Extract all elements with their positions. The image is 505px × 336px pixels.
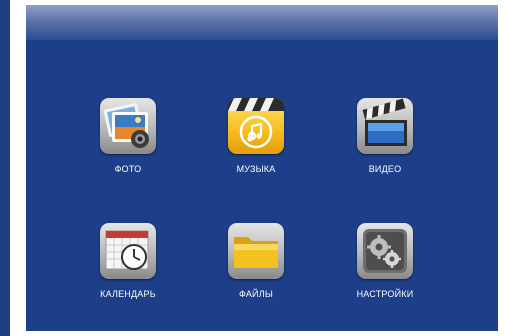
menu-item-label: ФОТО bbox=[114, 164, 142, 174]
folder-icon bbox=[228, 223, 284, 279]
menu-item-label: МУЗЫКА bbox=[236, 164, 276, 174]
music-icon bbox=[228, 98, 284, 154]
menu-item-files[interactable]: ФАЙЛЫ bbox=[201, 223, 311, 313]
settings-icon bbox=[357, 223, 413, 279]
menu-item-settings[interactable]: НАСТРОЙКИ bbox=[330, 223, 440, 313]
left-frame-edge bbox=[0, 0, 10, 336]
menu-grid: ФОТО МУЗЫКА ВИДЕО КАЛЕНДАРЬ ФАЙЛЫ НАСТРО… bbox=[26, 5, 498, 331]
main-menu-screen: ФОТО МУЗЫКА ВИДЕО КАЛЕНДАРЬ ФАЙЛЫ НАСТРО… bbox=[26, 5, 498, 331]
menu-item-music[interactable]: МУЗЫКА bbox=[201, 98, 311, 188]
menu-item-label: ФАЙЛЫ bbox=[239, 289, 273, 299]
menu-item-label: НАСТРОЙКИ bbox=[356, 289, 414, 299]
menu-item-video[interactable]: ВИДЕО bbox=[330, 98, 440, 188]
menu-item-label: ВИДЕО bbox=[368, 164, 402, 174]
calendar-icon bbox=[100, 223, 156, 279]
photo-icon bbox=[100, 98, 156, 154]
menu-item-photo[interactable]: ФОТО bbox=[73, 98, 183, 188]
video-icon bbox=[357, 98, 413, 154]
menu-item-calendar[interactable]: КАЛЕНДАРЬ bbox=[73, 223, 183, 313]
menu-item-label: КАЛЕНДАРЬ bbox=[100, 289, 156, 299]
